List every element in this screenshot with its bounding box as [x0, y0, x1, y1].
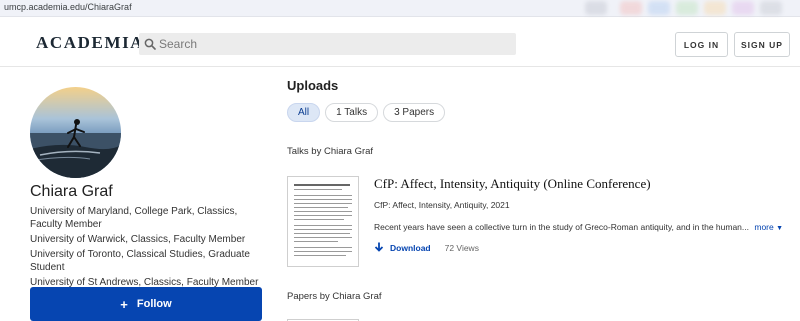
- talk-meta: CfP: Affect, Intensity, Antiquity, 2021: [374, 200, 510, 210]
- blurred-extension-icon: [732, 1, 754, 15]
- talk-abstract-text: Recent years have seen a collective turn…: [374, 222, 749, 232]
- talk-abstract: Recent years have seen a collective turn…: [374, 222, 783, 232]
- avatar: [30, 87, 121, 178]
- affiliations-list: University of Maryland, College Park, Cl…: [30, 205, 260, 291]
- more-label: more: [754, 222, 774, 232]
- academia-logo[interactable]: ACADEMIA: [36, 33, 144, 53]
- plus-icon: +: [120, 296, 128, 312]
- filter-papers[interactable]: 3 Papers: [383, 103, 446, 122]
- search-bar[interactable]: [139, 33, 516, 55]
- url-text[interactable]: umcp.academia.edu/ChiaraGraf: [4, 2, 132, 12]
- view-count: 72 Views: [444, 242, 479, 253]
- filter-talks[interactable]: 1 Talks: [325, 103, 379, 122]
- blurred-extension-icon: [585, 1, 607, 15]
- download-row: Download 72 Views: [374, 242, 479, 253]
- upload-filter-pills: All 1 Talks 3 Papers: [287, 103, 446, 122]
- affiliation-item[interactable]: University of Toronto, Classical Studies…: [30, 248, 260, 274]
- filter-all[interactable]: All: [287, 103, 321, 122]
- follow-label: Follow: [136, 298, 172, 310]
- follow-button[interactable]: + Follow: [30, 287, 262, 321]
- signup-button[interactable]: SIGN UP: [734, 32, 790, 57]
- more-link[interactable]: more ▼: [754, 222, 783, 232]
- blurred-extension-icon: [704, 1, 726, 15]
- search-icon: [144, 38, 156, 50]
- search-input[interactable]: [159, 35, 509, 53]
- site-header: ACADEMIA LOG IN SIGN UP: [0, 18, 800, 67]
- talk-title[interactable]: CfP: Affect, Intensity, Antiquity (Onlin…: [374, 176, 651, 192]
- blurred-extension-icon: [620, 1, 642, 15]
- browser-url-bar[interactable]: umcp.academia.edu/ChiaraGraf: [0, 0, 800, 17]
- papers-section-heading: Papers by Chiara Graf: [287, 291, 382, 302]
- affiliation-item[interactable]: University of Warwick, Classics, Faculty…: [30, 233, 260, 246]
- talk-thumbnail[interactable]: [287, 176, 359, 267]
- download-link[interactable]: Download: [390, 243, 431, 253]
- download-icon[interactable]: [374, 242, 384, 253]
- blurred-extension-icon: [676, 1, 698, 15]
- affiliation-item[interactable]: University of Maryland, College Park, Cl…: [30, 205, 260, 231]
- login-button[interactable]: LOG IN: [675, 32, 728, 57]
- talks-section-heading: Talks by Chiara Graf: [287, 146, 374, 157]
- profile-name: Chiara Graf: [30, 183, 113, 200]
- caret-down-icon: ▼: [776, 225, 784, 232]
- uploads-heading: Uploads: [287, 78, 339, 93]
- blurred-extension-icon: [648, 1, 670, 15]
- blurred-extension-icon: [760, 1, 782, 15]
